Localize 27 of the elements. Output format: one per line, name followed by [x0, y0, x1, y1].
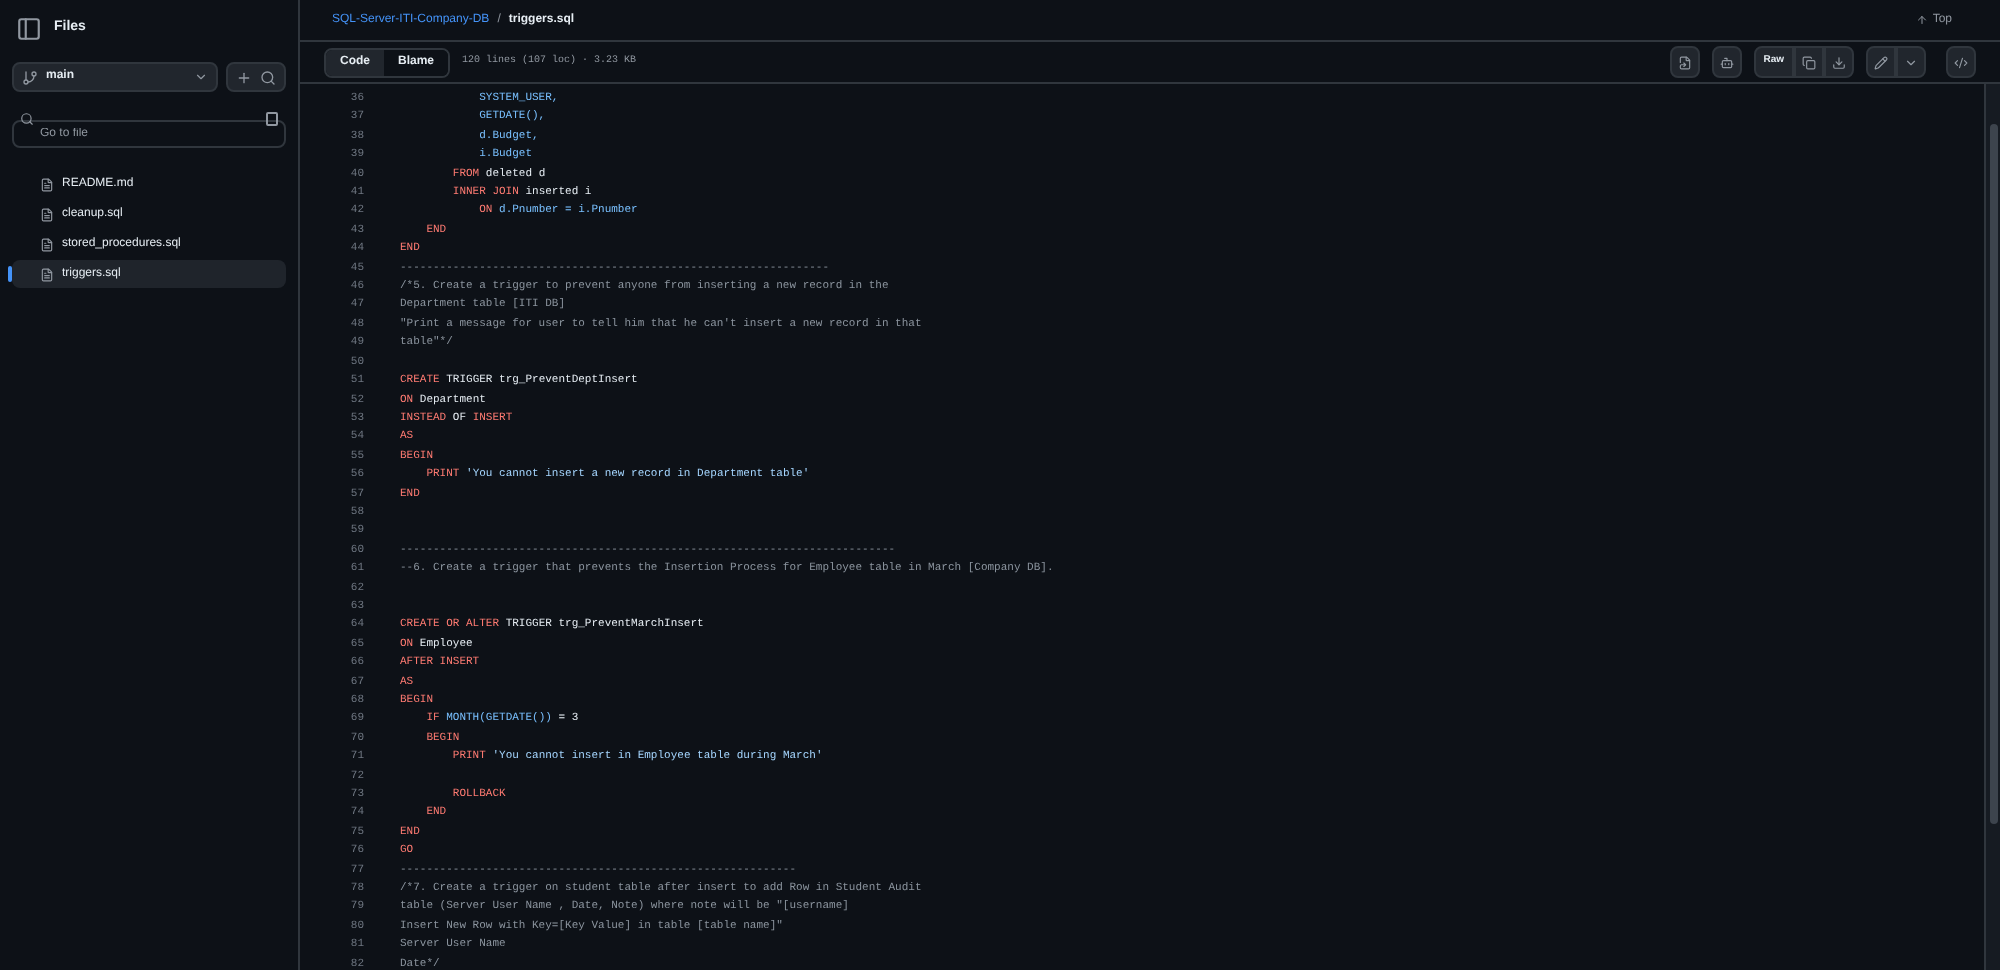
scrollbar[interactable]	[1984, 84, 2000, 970]
caret-icon	[1904, 55, 1918, 69]
pencil-icon	[1874, 55, 1888, 69]
copy-button[interactable]	[1794, 46, 1824, 78]
arrow-up-icon	[1916, 14, 1929, 26]
branch-icon	[22, 69, 38, 85]
side-panel-icon[interactable]	[16, 16, 42, 42]
caret-icon	[194, 70, 208, 84]
download-button[interactable]	[1824, 46, 1854, 78]
symbols-button[interactable]	[1669, 46, 1700, 78]
edit-button[interactable]	[1866, 46, 1896, 78]
shortcut-icon	[266, 111, 278, 125]
copilot-button[interactable]	[1711, 46, 1742, 78]
file-icon	[40, 177, 54, 191]
bot-icon	[1719, 55, 1734, 69]
code-icon	[1954, 55, 1968, 69]
file-icon	[40, 237, 54, 251]
plus-icon[interactable]	[236, 69, 252, 85]
file-icon	[40, 267, 54, 281]
download-icon	[1832, 55, 1846, 69]
selection-indicator	[8, 266, 12, 282]
copy-icon	[1802, 55, 1816, 69]
symbols-panel-button[interactable]	[1946, 46, 1976, 78]
file-icon	[40, 207, 54, 221]
file-icon	[1677, 55, 1692, 69]
search-icon	[20, 111, 34, 125]
search-icon[interactable]	[260, 69, 276, 85]
